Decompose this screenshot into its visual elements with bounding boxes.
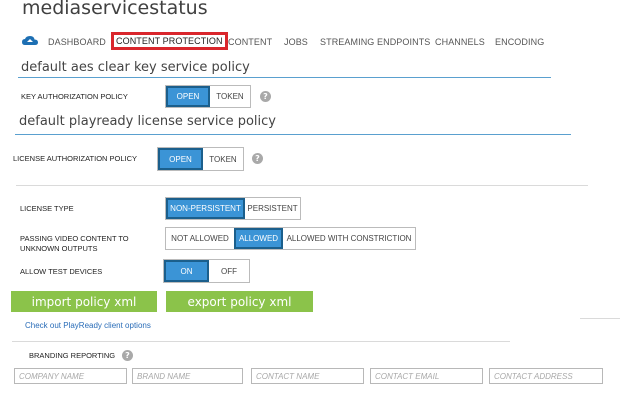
brand-name-field[interactable]: BRAND NAME xyxy=(132,368,243,384)
divider xyxy=(16,185,588,186)
license-type-label: LICENSE TYPE xyxy=(20,204,74,213)
aes-policy-title[interactable]: default aes clear key service policy xyxy=(21,60,250,75)
test-devices-on-option[interactable]: ON xyxy=(164,260,209,282)
tab-content-protection[interactable]: CONTENT PROTECTION xyxy=(111,32,228,50)
playready-policy-underline xyxy=(15,134,571,135)
tab-channels[interactable]: CHANNELS xyxy=(435,37,485,47)
license-type-non-persistent-option[interactable]: NON-PERSISTENT xyxy=(166,198,245,219)
tab-streaming-endpoints[interactable]: STREAMING ENDPOINTS xyxy=(320,37,430,47)
playready-client-options-link[interactable]: Check out PlayReady client options xyxy=(25,321,151,330)
playready-policy-title[interactable]: default playready license service policy xyxy=(19,114,276,129)
app-title: mediaservicestatus xyxy=(22,0,208,19)
license-auth-token-option[interactable]: TOKEN xyxy=(203,148,243,170)
export-policy-xml-button[interactable]: export policy xml xyxy=(166,291,313,312)
cloud-icon[interactable] xyxy=(22,35,38,47)
aes-policy-underline xyxy=(18,77,551,78)
key-auth-token-option[interactable]: TOKEN xyxy=(210,86,250,107)
license-auth-open-option[interactable]: OPEN xyxy=(158,148,203,170)
allow-test-devices-label: ALLOW TEST DEVICES xyxy=(20,267,103,276)
passing-video-allowed-option[interactable]: ALLOWED xyxy=(234,228,283,249)
divider xyxy=(12,341,510,342)
passing-video-label-line2: UNKNOWN OUTPUTS xyxy=(20,244,98,253)
contact-email-field[interactable]: CONTACT EMAIL xyxy=(370,368,483,384)
divider xyxy=(580,318,620,319)
tab-encoding[interactable]: ENCODING xyxy=(495,37,544,47)
import-policy-xml-button[interactable]: import policy xml xyxy=(11,291,157,312)
license-authorization-toggle: OPEN TOKEN xyxy=(157,147,244,171)
tab-jobs[interactable]: JOBS xyxy=(284,37,308,47)
test-devices-off-option[interactable]: OFF xyxy=(209,260,249,282)
contact-address-field[interactable]: CONTACT ADDRESS xyxy=(489,368,603,384)
help-icon[interactable]: ? xyxy=(122,350,133,361)
tab-dashboard[interactable]: DASHBOARD xyxy=(48,37,106,47)
tab-content[interactable]: CONTENT xyxy=(228,37,272,47)
key-auth-open-option[interactable]: OPEN xyxy=(166,86,210,107)
allow-test-devices-toggle: ON OFF xyxy=(163,259,250,283)
help-icon[interactable]: ? xyxy=(260,91,271,102)
branding-reporting-label: BRANDING REPORTING xyxy=(29,351,116,360)
license-authorization-label: LICENSE AUTHORIZATION POLICY xyxy=(13,154,138,163)
help-icon[interactable]: ? xyxy=(252,153,263,164)
passing-video-label-line1: PASSING VIDEO CONTENT TO xyxy=(20,234,129,243)
passing-video-not-allowed-option[interactable]: NOT ALLOWED xyxy=(166,228,234,249)
passing-video-allowed-with-constriction-option[interactable]: ALLOWED WITH CONSTRICTION xyxy=(283,228,415,249)
key-authorization-label: KEY AUTHORIZATION POLICY xyxy=(21,92,128,101)
key-authorization-toggle: OPEN TOKEN xyxy=(165,85,251,108)
license-type-persistent-option[interactable]: PERSISTENT xyxy=(245,198,300,219)
license-type-toggle: NON-PERSISTENT PERSISTENT xyxy=(165,197,301,220)
passing-video-toggle: NOT ALLOWED ALLOWED ALLOWED WITH CONSTRI… xyxy=(165,227,416,250)
contact-name-field[interactable]: CONTACT NAME xyxy=(251,368,364,384)
company-name-field[interactable]: COMPANY NAME xyxy=(14,368,127,384)
